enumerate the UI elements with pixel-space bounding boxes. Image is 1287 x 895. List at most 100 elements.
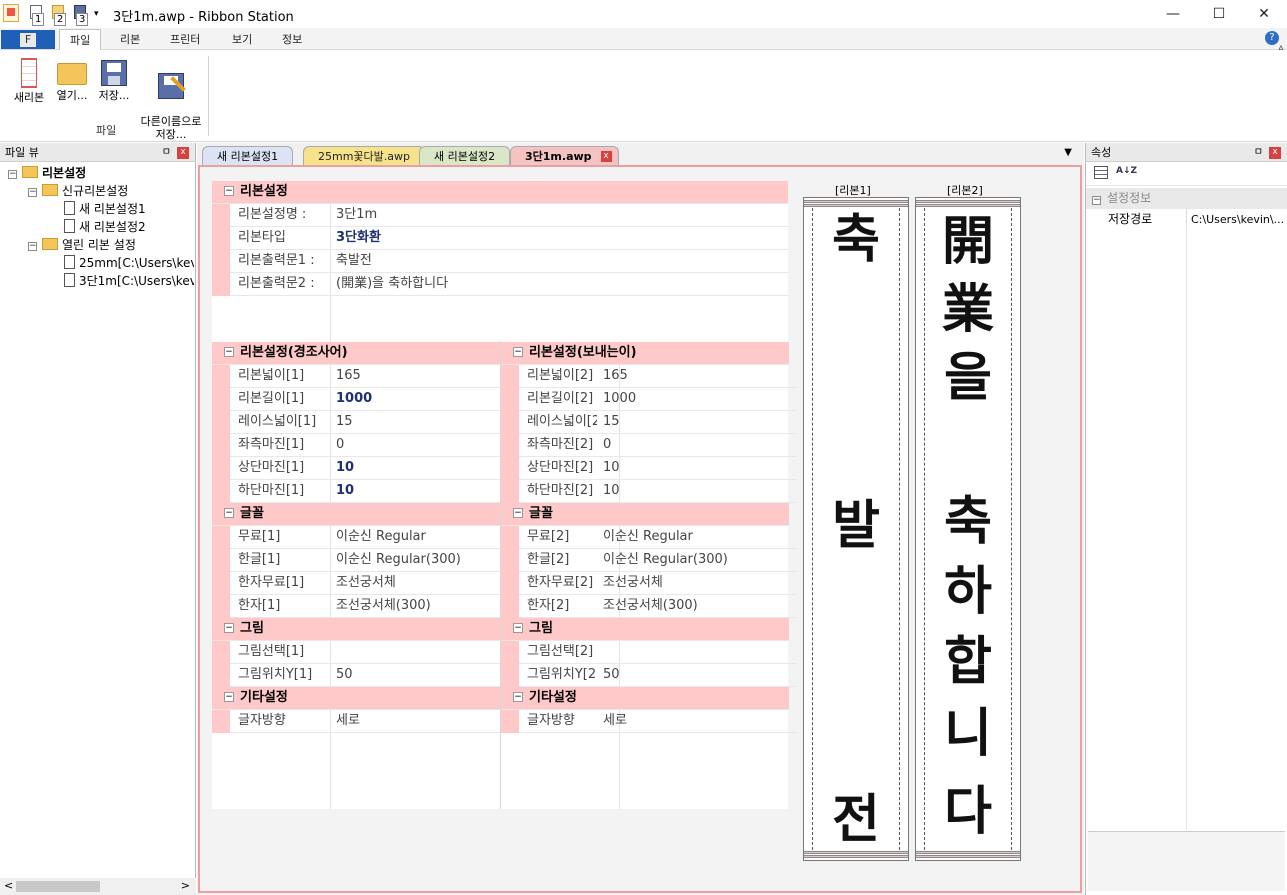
qat-new-button[interactable]: 1: [28, 5, 46, 26]
collapse-new-icon[interactable]: −: [28, 188, 37, 197]
right-settings-font-row[interactable]: 한자무료[2] 조선궁서체: [501, 572, 797, 595]
main-setting-row[interactable]: 리본타입 3단화환: [212, 227, 788, 250]
tree-open-group[interactable]: 열린 리본 설정: [42, 236, 136, 254]
left-settings-image-category[interactable]: − 그림: [212, 618, 500, 641]
right-settings-row[interactable]: 리본길이[2] 1000: [501, 388, 797, 411]
setting-value[interactable]: 10: [597, 480, 797, 502]
setting-value[interactable]: 조선궁서체: [597, 572, 797, 594]
right-settings-image-row[interactable]: 그림선택[2]: [501, 641, 797, 664]
collapse-category-icon[interactable]: −: [224, 692, 234, 702]
right-settings-font-category[interactable]: − 글꼴: [501, 503, 789, 526]
left-settings-etc-row[interactable]: 글자방향 세로: [212, 710, 500, 733]
property-row[interactable]: 저장경로 C:\Users\kevin\...: [1086, 209, 1287, 230]
doc-tab-25mm[interactable]: 25mm꽃다발.awp: [303, 146, 426, 165]
right-settings-row[interactable]: 상단마진[2] 10: [501, 457, 797, 480]
tree-new-item-1[interactable]: 새 리본설정1: [64, 200, 146, 218]
left-settings-row[interactable]: 리본길이[1] 1000: [212, 388, 500, 411]
collapse-category-icon[interactable]: −: [513, 692, 523, 702]
tree-open-item-1[interactable]: 25mm[C:\Users\kev: [64, 254, 194, 272]
right-settings-category[interactable]: − 리본설정(보내는이): [501, 342, 789, 365]
tree-root[interactable]: 리본설정: [22, 164, 86, 182]
tree-new-group[interactable]: 신규리본설정: [42, 182, 128, 200]
app-icon[interactable]: [3, 4, 19, 22]
main-setting-row[interactable]: 리본출력문2 : (開業)을 축하합니다: [212, 273, 788, 296]
right-settings-row[interactable]: 하단마진[2] 10: [501, 480, 797, 503]
left-settings-font-row[interactable]: 무료[1] 이순신 Regular: [212, 526, 500, 549]
properties-category[interactable]: − 설정정보: [1086, 188, 1287, 209]
scroll-thumb[interactable]: [16, 881, 100, 892]
sort-alpha-icon[interactable]: A↓Z: [1116, 166, 1137, 176]
save-as-button[interactable]: 다른이름으로 저장...: [136, 58, 206, 154]
left-settings-category[interactable]: − 리본설정(경조사어): [212, 342, 500, 365]
setting-value[interactable]: 이순신 Regular(300): [597, 549, 797, 571]
tab-list-dropdown-icon[interactable]: ▼: [1064, 147, 1072, 158]
right-settings-image-row[interactable]: 그림위치Y[2] 50: [501, 664, 797, 687]
scroll-left-icon[interactable]: <: [4, 879, 13, 892]
file-menu-button[interactable]: F: [1, 30, 55, 49]
doc-tab-3dan1m[interactable]: 3단1m.awp x: [510, 146, 619, 165]
left-settings-etc-category[interactable]: − 기타설정: [212, 687, 500, 710]
left-settings-row[interactable]: 레이스넓이[1] 15: [212, 411, 500, 434]
left-settings-row[interactable]: 좌측마진[1] 0: [212, 434, 500, 457]
setting-value[interactable]: 10: [330, 457, 500, 479]
right-settings-font-row[interactable]: 한글[2] 이순신 Regular(300): [501, 549, 797, 572]
categorized-icon[interactable]: [1094, 166, 1108, 179]
setting-value[interactable]: 이순신 Regular(300): [330, 549, 500, 571]
right-settings-font-row[interactable]: 무료[2] 이순신 Regular: [501, 526, 797, 549]
close-button[interactable]: ✕: [1241, 0, 1287, 28]
setting-value[interactable]: 세로: [330, 710, 500, 732]
tree-open-item-2[interactable]: 3단1m[C:\Users\kev: [64, 272, 194, 290]
doc-tab-new-1[interactable]: 새 리본설정1: [202, 146, 294, 165]
setting-value[interactable]: 15: [597, 411, 797, 433]
qat-customize-dropdown[interactable]: ▾: [94, 9, 104, 29]
setting-value[interactable]: 이순신 Regular: [330, 526, 500, 548]
setting-value[interactable]: 50: [330, 664, 500, 686]
collapse-category-icon[interactable]: −: [513, 623, 523, 633]
tab-file[interactable]: 파일: [59, 29, 102, 50]
left-settings-font-category[interactable]: − 글꼴: [212, 503, 500, 526]
collapse-root-icon[interactable]: −: [8, 170, 17, 179]
help-icon[interactable]: ?: [1265, 31, 1279, 45]
left-settings-font-row[interactable]: 한자[1] 조선궁서체(300): [212, 595, 500, 618]
setting-value[interactable]: 10: [330, 480, 500, 502]
setting-value[interactable]: 10: [597, 457, 797, 479]
left-settings-image-row[interactable]: 그림선택[1]: [212, 641, 500, 664]
ribbon1-strip[interactable]: 축 발 전: [803, 197, 909, 861]
setting-value[interactable]: 1000: [597, 388, 797, 410]
pin-icon[interactable]: ㅁ: [1254, 143, 1263, 162]
setting-value[interactable]: 3단1m: [330, 204, 788, 226]
setting-value[interactable]: 조선궁서체(300): [330, 595, 500, 617]
collapse-category-icon[interactable]: −: [224, 508, 234, 518]
setting-value[interactable]: 50: [597, 664, 797, 686]
close-tab-icon[interactable]: x: [600, 151, 612, 162]
right-settings-etc-category[interactable]: − 기타설정: [501, 687, 789, 710]
tree-new-item-2[interactable]: 새 리본설정2: [64, 218, 146, 236]
qat-save-button[interactable]: 3: [72, 5, 90, 26]
tab-printer[interactable]: 프린터: [160, 29, 210, 50]
main-setting-row[interactable]: 리본설정명 : 3단1m: [212, 204, 788, 227]
right-settings-row[interactable]: 레이스넓이[2]15: [501, 411, 797, 434]
right-settings-row[interactable]: 리본넓이[2] 165: [501, 365, 797, 388]
setting-value[interactable]: 1000: [330, 388, 500, 410]
setting-value[interactable]: 세로: [597, 710, 797, 732]
collapse-category-icon[interactable]: −: [224, 623, 234, 633]
scroll-right-icon[interactable]: >: [181, 879, 190, 892]
minimize-button[interactable]: —: [1150, 0, 1196, 28]
save-button[interactable]: 저장...: [95, 58, 133, 102]
new-ribbon-button[interactable]: 새리본: [11, 58, 47, 104]
close-panel-icon[interactable]: x: [177, 147, 189, 159]
setting-value[interactable]: 0: [597, 434, 797, 456]
left-settings-row[interactable]: 리본넓이[1] 165: [212, 365, 500, 388]
main-settings-category[interactable]: − 리본설정: [212, 181, 788, 204]
setting-value[interactable]: 15: [330, 411, 500, 433]
collapse-category-icon[interactable]: −: [513, 347, 523, 357]
maximize-button[interactable]: ☐: [1196, 0, 1242, 28]
open-button[interactable]: 열기...: [53, 58, 91, 102]
setting-value[interactable]: (開業)을 축하합니다: [330, 273, 788, 295]
setting-value[interactable]: 165: [330, 365, 500, 387]
close-panel-icon[interactable]: x: [1269, 147, 1281, 159]
tab-ribbon[interactable]: 리본: [110, 29, 150, 50]
setting-value[interactable]: 조선궁서체(300): [597, 595, 797, 617]
right-settings-image-category[interactable]: − 그림: [501, 618, 789, 641]
setting-value[interactable]: 조선궁서체: [330, 572, 500, 594]
